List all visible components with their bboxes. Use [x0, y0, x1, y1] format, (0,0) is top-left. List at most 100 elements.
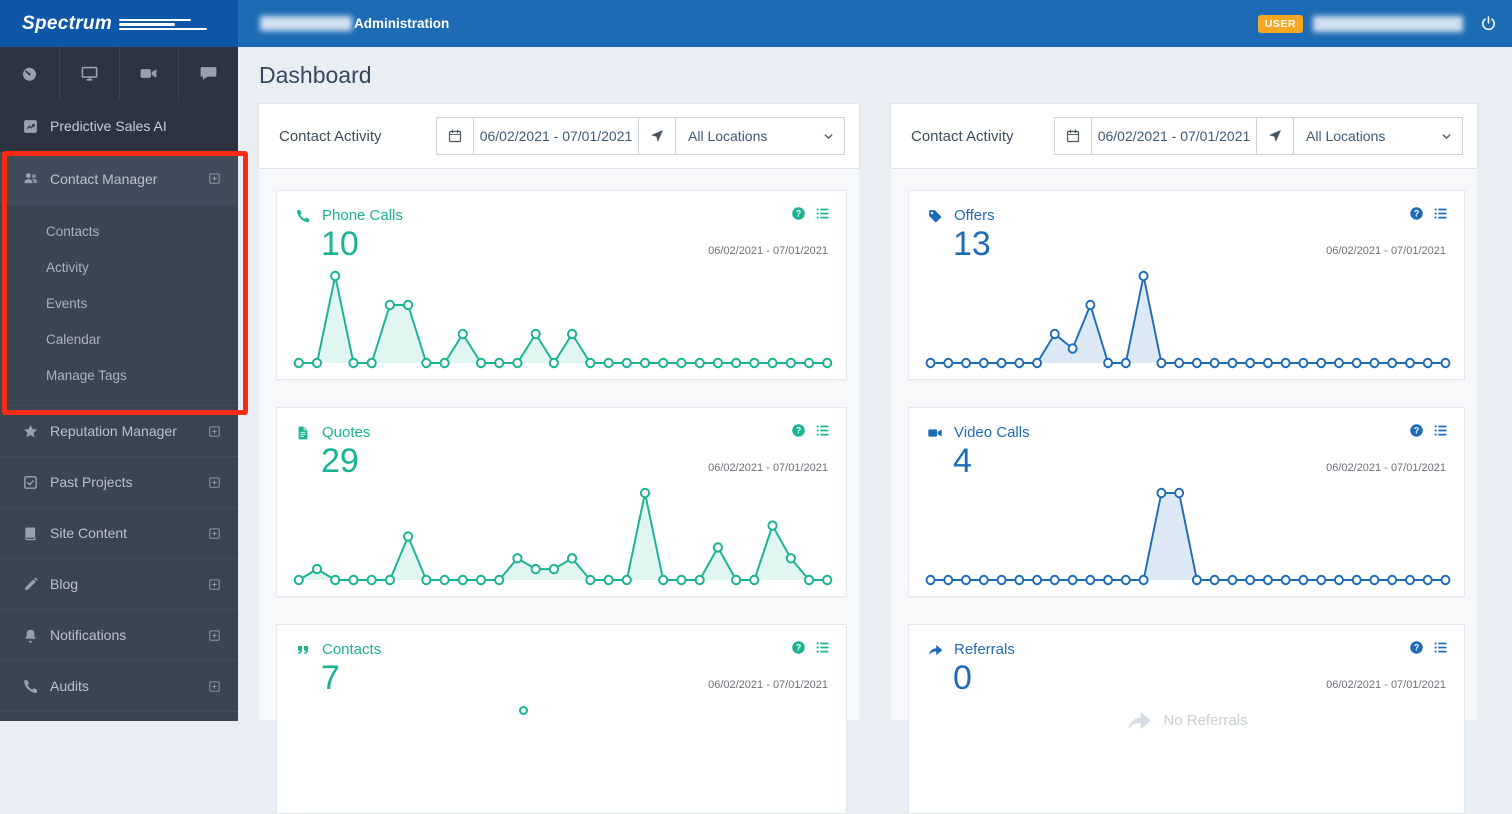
sidebar-tab-dashboard[interactable] [0, 47, 60, 100]
svg-text:?: ? [796, 643, 801, 653]
contact-manager-submenu: Contacts Activity Events Calendar Manage Tag… [0, 205, 238, 405]
card-title: Quotes [322, 424, 371, 441]
list-icon[interactable] [1433, 640, 1448, 655]
list-icon[interactable] [1433, 423, 1448, 438]
date-range-input[interactable]: 06/02/2021 - 07/01/2021 [473, 117, 639, 155]
bell-icon [25, 629, 36, 643]
svg-text:?: ? [796, 209, 801, 219]
sidebar-subitem-calendar[interactable]: Calendar [0, 321, 238, 357]
plus-square-icon[interactable] [207, 577, 222, 592]
user-role-badge: USER [1257, 14, 1303, 33]
video-calls-chart [925, 487, 1451, 586]
locations-select-value: All Locations [1306, 128, 1386, 144]
plus-square-icon[interactable] [207, 171, 222, 186]
filter-title: Contact Activity [911, 127, 1014, 145]
chart-area [921, 266, 1455, 372]
logout-power-icon[interactable] [1480, 15, 1497, 32]
sidebar-item-reputation-manager[interactable]: Reputation Manager [0, 405, 238, 456]
sidebar-item-contact-manager[interactable]: Contact Manager [0, 152, 238, 205]
sidebar-subitem-label: Events [46, 295, 88, 311]
sidebar-item-label: Past Projects [50, 474, 133, 490]
question-circle-icon[interactable]: ? [791, 640, 806, 655]
sidebar-item-notifications[interactable]: Notifications [0, 609, 238, 660]
chevron-down-icon [1442, 134, 1451, 139]
question-circle-icon[interactable]: ? [791, 423, 806, 438]
sidebar-subitem-label: Contacts [46, 223, 100, 239]
location-button[interactable] [638, 117, 676, 155]
metric-date-range: 06/02/2021 - 07/01/2021 [1326, 245, 1446, 257]
share-icon [929, 644, 943, 655]
sidebar-subitem-events[interactable]: Events [0, 285, 238, 321]
dashboard-column-1: Contact Activity 06/02/2021 - 07/01/2021 A… [890, 103, 1478, 814]
card-referrals: Referrals? 0 06/02/2021 - 07/01/2021 No Ref… [908, 624, 1465, 814]
list-icon[interactable] [815, 640, 830, 655]
list-icon[interactable] [1433, 206, 1448, 221]
metric-value: 0 [953, 659, 972, 697]
quote-icon [298, 645, 308, 654]
card-title: Phone Calls [322, 207, 403, 224]
app-title: Administration [354, 16, 450, 31]
pencil-icon [24, 577, 38, 590]
card-title: Contacts [322, 641, 382, 658]
metric-date-range: 06/02/2021 - 07/01/2021 [708, 245, 828, 257]
date-range-calendar-button[interactable] [1054, 117, 1092, 155]
metric-value: 13 [953, 225, 991, 263]
locations-select[interactable]: All Locations [675, 117, 845, 155]
svg-text:?: ? [796, 426, 801, 436]
phone-calls-chart [293, 270, 833, 369]
plus-square-icon[interactable] [207, 526, 222, 541]
plus-square-icon[interactable] [207, 628, 222, 643]
sidebar-subitem-label: Activity [46, 259, 89, 275]
sidebar-tab-website[interactable] [60, 47, 120, 100]
column-panel-body: Phone Calls? 10 06/02/2021 - 07/01/2021 Quo… [258, 169, 860, 814]
location-button[interactable] [1256, 117, 1294, 155]
calendar-icon [448, 129, 462, 143]
date-range-calendar-button[interactable] [436, 117, 474, 155]
card-phone-calls: Phone Calls? 10 06/02/2021 - 07/01/2021 [276, 190, 847, 380]
plus-square-icon[interactable] [207, 679, 222, 694]
sidebar-item-site-content[interactable]: Site Content [0, 507, 238, 558]
sidebar-subitem-manage-tags[interactable]: Manage Tags [0, 357, 238, 393]
card-offers: Offers? 13 06/02/2021 - 07/01/2021 [908, 190, 1465, 380]
chart-area [289, 266, 837, 372]
sidebar-item-label: Contact Manager [50, 170, 158, 187]
location-arrow-icon [651, 130, 663, 142]
question-circle-icon[interactable]: ? [791, 206, 806, 221]
sidebar-item-blog[interactable]: Blog [0, 558, 238, 609]
sidebar: Spectrum Predictive Sales AI Contact Mana… [0, 0, 248, 721]
date-range-input[interactable]: 06/02/2021 - 07/01/2021 [1091, 117, 1257, 155]
phone-icon [24, 679, 38, 693]
brand-logo[interactable]: Spectrum [0, 0, 238, 47]
sidebar-item-predictive-sales-ai[interactable]: Predictive Sales AI [0, 100, 238, 152]
sidebar-item-label: Reputation Manager [50, 423, 177, 439]
tag-icon [929, 209, 942, 222]
sidebar-item-audits[interactable]: Audits [0, 660, 238, 711]
list-icon[interactable] [815, 423, 830, 438]
star-icon [23, 424, 38, 437]
sidebar-subitem-contacts[interactable]: Contacts [0, 213, 238, 249]
sidebar-item-past-projects[interactable]: Past Projects [0, 456, 238, 507]
question-circle-icon[interactable]: ? [1409, 423, 1424, 438]
plus-square-icon[interactable] [207, 424, 222, 439]
sidebar-icon-tabs [0, 47, 238, 100]
redacted-username [1313, 15, 1463, 32]
sidebar-tab-video[interactable] [120, 47, 180, 100]
trending-icon [24, 119, 37, 133]
metric-date-range: 06/02/2021 - 07/01/2021 [1326, 679, 1446, 691]
sidebar-subitem-activity[interactable]: Activity [0, 249, 238, 285]
card-title: Referrals [954, 641, 1015, 658]
question-circle-icon[interactable]: ? [1409, 206, 1424, 221]
question-circle-icon[interactable]: ? [1409, 640, 1424, 655]
brand-logo-swoosh-icon [119, 18, 208, 31]
plus-square-icon[interactable] [207, 475, 222, 490]
sidebar-menu: Predictive Sales AI Contact Manager Contac… [0, 100, 238, 712]
sidebar-item-label: Predictive Sales AI [50, 118, 167, 134]
chart-area [289, 483, 837, 589]
locations-select[interactable]: All Locations [1293, 117, 1463, 155]
filter-title: Contact Activity [279, 127, 382, 145]
list-icon[interactable] [815, 206, 830, 221]
sidebar-tab-messages[interactable] [179, 47, 238, 100]
metric-value: 29 [321, 442, 359, 480]
file-icon [298, 426, 308, 439]
contact-activity-filter-bar: Contact Activity 06/02/2021 - 07/01/2021 A… [258, 103, 860, 169]
